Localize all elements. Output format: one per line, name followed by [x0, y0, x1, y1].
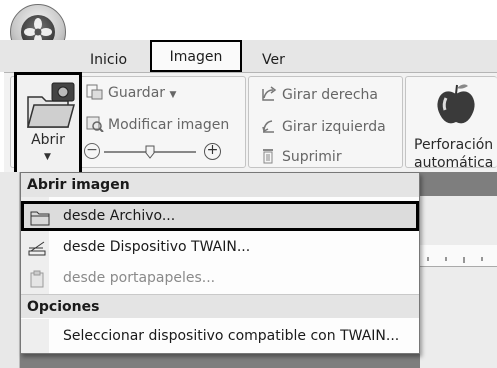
clipboard-icon — [27, 269, 47, 288]
menu-item-label: Seleccionar dispositivo compatible con T… — [63, 328, 400, 344]
menu-item-desde-twain[interactable]: desde Dispositivo TWAIN... — [21, 232, 419, 262]
perforacion-label-line2: automática — [414, 155, 494, 171]
zoom-in-button[interactable]: + — [204, 143, 221, 160]
menu-item-label: desde Archivo... — [63, 208, 176, 224]
guardar-label: Guardar — [108, 85, 166, 101]
scanner-icon — [27, 238, 47, 256]
girar-izquierda-label: Girar izquierda — [282, 119, 386, 135]
guardar-button[interactable]: Guardar ▼ — [86, 84, 176, 104]
ruler — [420, 245, 497, 267]
save-icon — [86, 84, 104, 100]
rotate-left-icon — [260, 118, 278, 134]
caret-down-icon: ▼ — [169, 90, 177, 100]
modify-image-icon — [86, 116, 104, 133]
menu-item-label: desde portapapeles... — [63, 270, 216, 286]
girar-izquierda-button[interactable]: Girar izquierda — [260, 118, 386, 136]
girar-derecha-button[interactable]: Girar derecha — [260, 86, 378, 104]
menu-header-abrir-imagen: Abrir imagen — [21, 173, 419, 197]
ribbon-tab-strip — [0, 40, 497, 72]
tab-inicio[interactable]: Inicio — [90, 48, 127, 74]
menu-header-opciones: Opciones — [21, 294, 419, 318]
tab-imagen[interactable]: Imagen — [150, 40, 242, 72]
girar-derecha-label: Girar derecha — [282, 87, 378, 103]
menu-item-seleccionar-dispositivo[interactable]: Seleccionar dispositivo compatible con T… — [21, 320, 419, 352]
modificar-imagen-button[interactable]: Modificar imagen — [86, 116, 229, 134]
tab-ver[interactable]: Ver — [262, 48, 285, 74]
right-panel — [420, 196, 497, 368]
menu-item-desde-archivo[interactable]: desde Archivo... — [21, 201, 419, 231]
menu-item-label: desde Dispositivo TWAIN... — [63, 239, 251, 255]
chevron-down-icon: ▼ — [44, 152, 51, 162]
zoom-out-button[interactable]: − — [84, 143, 100, 159]
abrir-label: Abrir — [31, 132, 65, 148]
modificar-label: Modificar imagen — [108, 117, 230, 133]
perforacion-automatica-button[interactable]: Perforación automática — [414, 136, 493, 172]
trash-icon — [260, 148, 278, 164]
rotate-right-icon — [260, 86, 278, 102]
suprimir-label: Suprimir — [282, 149, 342, 165]
perforacion-label-line1: Perforación — [414, 137, 494, 153]
zoom-slider-thumb[interactable] — [145, 144, 155, 159]
menu-item-desde-portapapeles[interactable]: desde portapapeles... — [21, 263, 419, 293]
folder-icon — [30, 208, 50, 226]
left-panel — [0, 172, 20, 368]
open-folder-icon — [27, 82, 75, 128]
apple-icon — [432, 82, 480, 132]
suprimir-button[interactable]: Suprimir — [260, 148, 342, 166]
